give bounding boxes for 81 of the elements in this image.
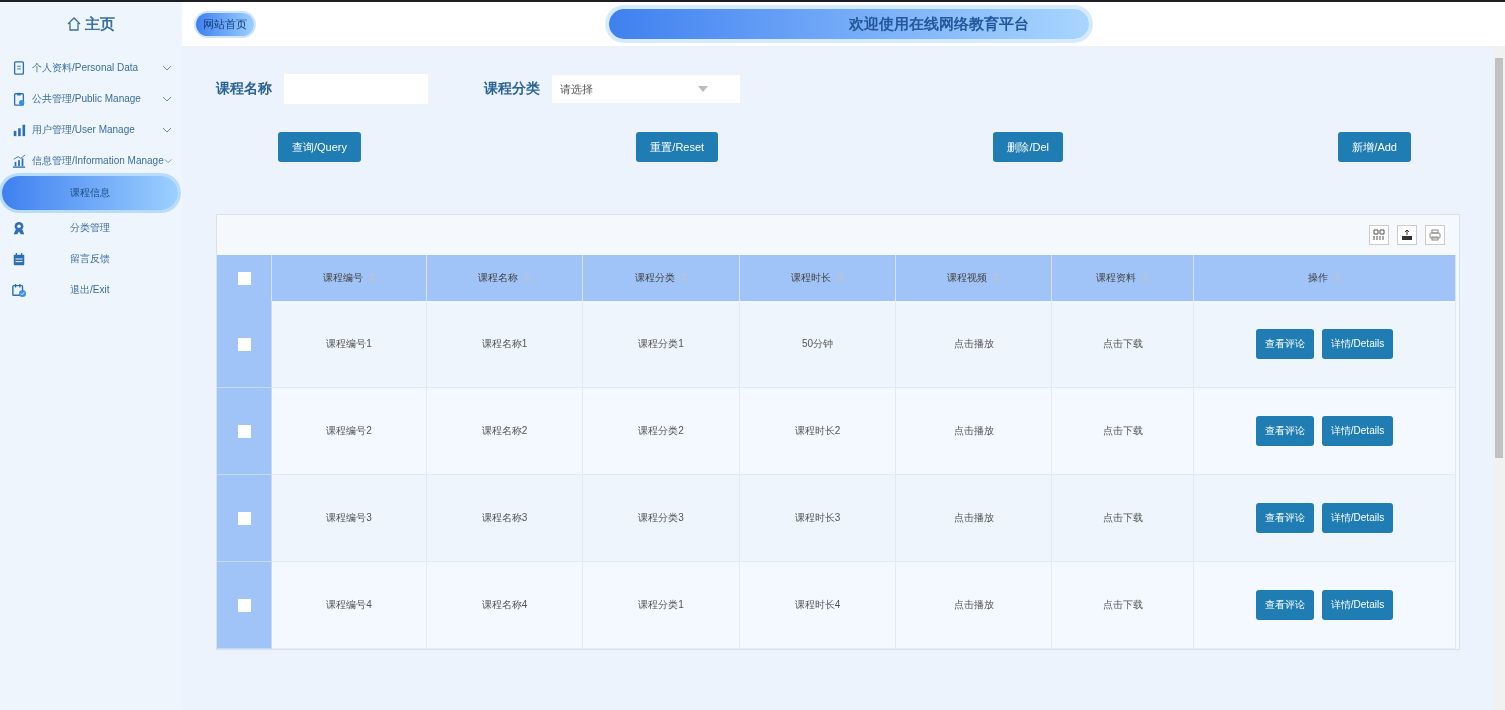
row-checkbox[interactable] bbox=[237, 424, 251, 438]
table-cell: 课程分类1 bbox=[583, 562, 740, 649]
badge-icon bbox=[12, 220, 26, 235]
table-cell: 点击播放 bbox=[896, 301, 1052, 388]
table-cell: 点击下载 bbox=[1052, 388, 1194, 475]
action-button[interactable]: 重置/Reset bbox=[636, 132, 719, 162]
field-label: 课程分类 bbox=[484, 80, 540, 98]
table-cell: 课程编号2 bbox=[272, 388, 427, 475]
table-cell: 课程编号3 bbox=[272, 475, 427, 562]
column-header[interactable]: 课程视频 bbox=[947, 271, 987, 285]
table-cell: 课程名称3 bbox=[427, 475, 583, 562]
menu-group[interactable]: 个人资料/Personal Data bbox=[32, 60, 162, 75]
menu-group[interactable]: 公共管理/Public Manage bbox=[32, 91, 162, 106]
field-label: 课程名称 bbox=[216, 80, 272, 98]
table-cell: 课程名称1 bbox=[427, 301, 583, 388]
clipboard-icon bbox=[12, 91, 26, 106]
sort-icon[interactable] bbox=[524, 273, 531, 283]
export-icon[interactable] bbox=[1397, 225, 1417, 245]
row-checkbox[interactable] bbox=[237, 337, 251, 351]
row-checkbox[interactable] bbox=[237, 511, 251, 525]
sort-icon[interactable] bbox=[1334, 273, 1341, 283]
select-all-checkbox[interactable] bbox=[237, 271, 251, 285]
menu-item[interactable]: 留言反馈 bbox=[70, 251, 110, 266]
table-cell: 点击下载 bbox=[1052, 301, 1194, 388]
action-button[interactable]: 删除/Del bbox=[993, 132, 1064, 162]
row-action-button[interactable]: 查看评论 bbox=[1255, 329, 1314, 359]
print-icon[interactable] bbox=[1425, 225, 1445, 245]
category-select[interactable]: 请选择 bbox=[552, 75, 740, 103]
table-cell: 点击播放 bbox=[896, 388, 1052, 475]
calendar-check-icon bbox=[12, 282, 26, 297]
row-action-button[interactable]: 详情/Details bbox=[1321, 590, 1394, 620]
dropdown-caret-icon[interactable] bbox=[698, 86, 708, 92]
table-cell: 点击下载 bbox=[1052, 562, 1194, 649]
doc-icon bbox=[12, 60, 26, 75]
home-icon[interactable] bbox=[67, 17, 81, 31]
column-header[interactable]: 课程名称 bbox=[478, 271, 518, 285]
table-cell: 课程分类3 bbox=[583, 475, 740, 562]
chart-icon bbox=[12, 153, 26, 168]
column-header[interactable]: 课程资料 bbox=[1096, 271, 1136, 285]
sort-icon[interactable] bbox=[368, 273, 376, 283]
menu-item[interactable]: 分类管理 bbox=[70, 220, 110, 235]
submenu-item[interactable]: 课程信息 bbox=[2, 176, 178, 210]
table-cell: 点击下载 bbox=[1052, 475, 1194, 562]
table-cell: 课程时长2 bbox=[740, 388, 896, 475]
table-cell: 课程时长3 bbox=[740, 475, 896, 562]
sidebar-title[interactable]: 主页 bbox=[85, 14, 115, 34]
scrollbar[interactable] bbox=[1493, 46, 1505, 710]
home-link[interactable]: 网站首页 bbox=[196, 12, 254, 36]
row-action-button[interactable]: 详情/Details bbox=[1321, 329, 1394, 359]
table-cell: 课程分类2 bbox=[583, 388, 740, 475]
menu-item[interactable]: 退出/Exit bbox=[70, 282, 110, 297]
table-cell: 点击播放 bbox=[896, 475, 1052, 562]
table-cell: 课程时长4 bbox=[740, 562, 896, 649]
menu-group[interactable]: 信息管理/Information Manage bbox=[32, 153, 164, 168]
row-action-button[interactable]: 详情/Details bbox=[1321, 503, 1394, 533]
menu-group[interactable]: 用户管理/User Manage bbox=[32, 122, 162, 137]
row-action-button[interactable]: 查看评论 bbox=[1255, 416, 1314, 446]
table-cell: 课程名称2 bbox=[427, 388, 583, 475]
table-cell: 50分钟 bbox=[740, 301, 896, 388]
sort-icon[interactable] bbox=[1142, 273, 1149, 283]
table-cell: 课程名称4 bbox=[427, 562, 583, 649]
action-button[interactable]: 新增/Add bbox=[1338, 132, 1411, 162]
columns-icon[interactable] bbox=[1369, 225, 1389, 245]
sort-icon[interactable] bbox=[680, 273, 688, 283]
table-cell: 课程编号4 bbox=[272, 562, 427, 649]
row-action-button[interactable]: 查看评论 bbox=[1255, 503, 1314, 533]
column-header[interactable]: 课程编号 bbox=[322, 271, 363, 285]
table-cell: 点击播放 bbox=[896, 562, 1052, 649]
row-checkbox[interactable] bbox=[237, 598, 251, 612]
bars-icon bbox=[12, 122, 26, 137]
column-header[interactable]: 课程分类 bbox=[634, 271, 675, 285]
sort-icon[interactable] bbox=[837, 273, 844, 283]
action-button[interactable]: 查询/Query bbox=[278, 132, 361, 162]
table-cell: 课程编号1 bbox=[272, 301, 427, 388]
row-action-button[interactable]: 详情/Details bbox=[1321, 416, 1394, 446]
table-cell: 课程分类1 bbox=[583, 301, 740, 388]
sort-icon[interactable] bbox=[993, 273, 1000, 283]
calendar-icon bbox=[12, 251, 26, 266]
column-header[interactable]: 操作 bbox=[1308, 271, 1328, 285]
row-action-button[interactable]: 查看评论 bbox=[1255, 590, 1314, 620]
column-header[interactable]: 课程时长 bbox=[791, 271, 831, 285]
